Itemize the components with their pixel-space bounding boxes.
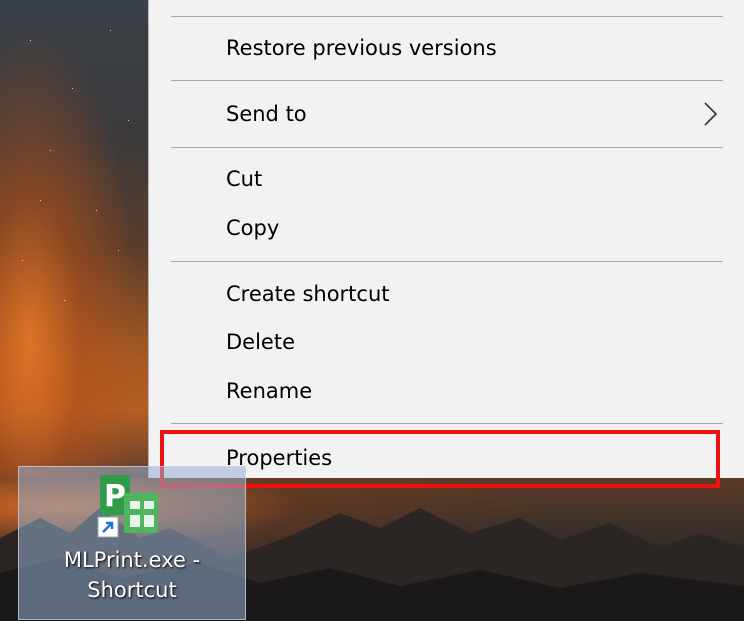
menu-separator xyxy=(171,423,723,424)
context-menu: Restore previous versions Send to Cut Co… xyxy=(148,0,744,488)
svg-text:P: P xyxy=(104,479,126,514)
menu-item-label: Send to xyxy=(226,102,307,126)
menu-separator xyxy=(171,16,723,17)
menu-item-cut[interactable]: Cut xyxy=(149,157,744,201)
shortcut-caption-line1: MLPrint.exe - xyxy=(63,548,201,572)
chevron-right-icon xyxy=(704,102,718,126)
menu-separator xyxy=(171,147,723,148)
menu-item-restore-previous-versions[interactable]: Restore previous versions xyxy=(149,26,744,70)
menu-separator xyxy=(171,261,723,262)
menu-item-send-to[interactable]: Send to xyxy=(149,92,744,136)
menu-separator xyxy=(171,80,723,81)
menu-item-create-shortcut[interactable]: Create shortcut xyxy=(149,272,744,316)
menu-item-label: Create shortcut xyxy=(226,282,390,306)
menu-item-label: Copy xyxy=(226,216,280,240)
menu-item-label: Restore previous versions xyxy=(226,36,497,60)
menu-item-label: Rename xyxy=(226,379,313,403)
app-icon: P xyxy=(97,475,158,538)
menu-item-rename[interactable]: Rename xyxy=(149,369,744,413)
shortcut-caption-line2: Shortcut xyxy=(87,578,177,602)
menu-item-label: Delete xyxy=(226,330,295,354)
menu-item-label: Cut xyxy=(226,167,263,191)
menu-item-delete[interactable]: Delete xyxy=(149,320,744,364)
menu-item-copy[interactable]: Copy xyxy=(149,206,744,250)
